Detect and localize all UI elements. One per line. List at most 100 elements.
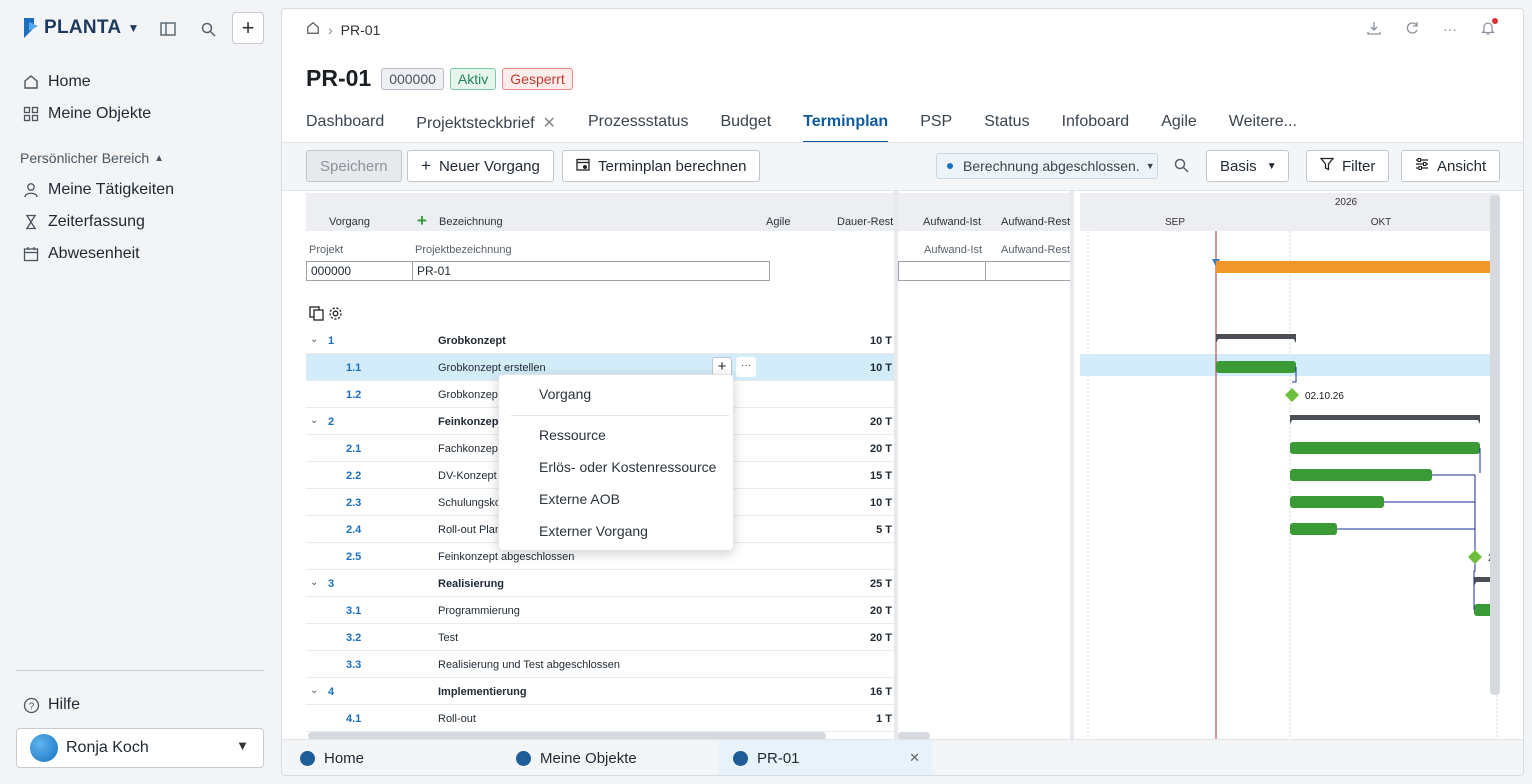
search-icon[interactable] [193,14,223,44]
schedule-grid: Vorgang + Bezeichnung Agile Dauer-Rest A… [306,191,1500,741]
tab-infoboard[interactable]: Infoboard [1062,113,1130,143]
column-splitter[interactable] [894,191,898,741]
table-row[interactable]: 3.2 Test 20 T [306,624,894,651]
collapse-chevron-icon[interactable]: ⌄ [310,334,318,345]
dependency-link [1432,474,1476,549]
create-button[interactable]: + [232,12,264,44]
filter-button[interactable]: Filter [1306,150,1390,182]
baseline-dropdown[interactable]: Basis ▼ [1206,150,1289,182]
view-button[interactable]: Ansicht [1401,150,1501,182]
nav-help[interactable]: ? Hilfe [22,693,80,717]
calc-status-dropdown[interactable]: Berechnung abgeschlossen. ▼ [936,153,1158,179]
menu-item-erloes-kostenressource[interactable]: Erlös- oder Kostenressource [539,459,716,475]
chevron-right-icon: › [328,21,333,38]
collapse-chevron-icon[interactable]: ⌄ [310,685,318,696]
task-number: 3.2 [346,632,362,644]
bottom-tab-my-objects[interactable]: Meine Objekte [516,740,637,775]
nav-time-tracking[interactable]: Zeiterfassung [22,210,145,234]
col-header-agile[interactable]: Agile [766,216,790,228]
personal-section-label: Persönlicher Bereich [20,150,150,166]
col-header-aufwand-ist[interactable]: Aufwand-Ist [923,216,981,228]
tab-more[interactable]: Weitere... [1229,113,1297,143]
task-duration: 1 T [876,713,892,725]
table-row[interactable]: ⌄ 4 Implementierung 16 T [306,678,894,705]
nav-my-activities[interactable]: Meine Tätigkeiten [22,178,174,202]
tab-bar: Dashboard Projektsteckbrief ✕ Prozessstat… [306,113,1329,143]
aufwand-rest-field[interactable] [985,261,1071,281]
brand-menu[interactable]: PLANTA ▼ [22,14,139,42]
nav-help-label: Hilfe [48,696,81,713]
task-duration: 10 T [869,497,892,509]
home-icon[interactable] [306,21,320,38]
menu-item-externer-vorgang[interactable]: Externer Vorgang [539,523,648,539]
tab-terminplan[interactable]: Terminplan [803,113,889,143]
gantt-chart: 2026SEPOKT02.10.2629.1 [1080,191,1500,741]
personal-section-toggle[interactable]: Persönlicher Bereich ▲ [20,150,164,166]
sidebar-toggle-icon[interactable] [153,14,183,44]
chevron-up-icon: ▲ [154,152,165,164]
col-header-dauer-rest[interactable]: Dauer-Rest [837,216,893,228]
menu-item-externe-aob[interactable]: Externe AOB [539,491,620,507]
search-icon[interactable] [1174,158,1189,178]
page-title: PR-01 [306,65,372,91]
tab-projektsteckbrief[interactable]: Projektsteckbrief ✕ [416,113,556,143]
add-column-icon[interactable]: + [417,211,427,231]
aufwand-ist-field[interactable] [898,261,986,281]
svg-text:?: ? [28,701,34,712]
calendar-refresh-icon [576,156,590,176]
sub-header-aufwand-ist: Aufwand-Ist [924,244,983,256]
close-icon[interactable]: ✕ [543,115,556,132]
bell-icon[interactable] [1480,18,1498,39]
calculate-schedule-button[interactable]: Terminplan berechnen [562,150,761,182]
tab-psp[interactable]: PSP [920,113,952,143]
gantt-splitter[interactable] [1070,191,1074,741]
table-row[interactable]: ⌄ 3 Realisierung 25 T [306,570,894,597]
collapse-chevron-icon[interactable]: ⌄ [310,415,318,426]
nav-absence[interactable]: Abwesenheit [22,242,140,266]
sub-header-projekt: Projekt [309,244,344,256]
milestone-date-label: 02.10.26 [1305,391,1344,402]
nav-my-objects[interactable]: Meine Objekte [22,102,151,126]
project-id-field[interactable]: 000000 [306,261,413,281]
copy-icon[interactable] [309,306,324,326]
refresh-icon[interactable] [1405,21,1419,39]
task-name: Roll-out [438,713,476,725]
table-row[interactable]: 3.3 Realisierung und Test abgeschlossen [306,651,894,678]
menu-item-ressource[interactable]: Ressource [539,427,606,443]
task-duration: 16 T [869,686,892,698]
new-task-button[interactable]: + Neuer Vorgang [407,150,554,182]
bottom-tab-pr01[interactable]: PR-01 ✕ [719,740,932,775]
menu-item-vorgang[interactable]: Vorgang [539,386,591,402]
save-button[interactable]: Speichern [306,150,402,182]
col-header-vorgang[interactable]: Vorgang [329,216,370,228]
collapse-chevron-icon[interactable]: ⌄ [310,577,318,588]
tab-prozessstatus[interactable]: Prozessstatus [588,113,688,143]
table-row[interactable]: ⌄ 1 Grobkonzept 10 T [306,327,894,354]
tab-dashboard[interactable]: Dashboard [306,113,384,143]
more-icon[interactable]: ··· [1443,21,1457,39]
task-bar-2-3 [1290,496,1384,508]
task-name: Feinkonzept [438,416,503,428]
tab-budget[interactable]: Budget [720,113,771,143]
col-header-bezeichnung[interactable]: Bezeichnung [439,216,503,228]
milestone-2-5 [1468,550,1482,564]
task-bar-1-1 [1216,361,1296,373]
vertical-scrollbar[interactable] [1490,195,1500,695]
sliders-icon [1415,156,1429,176]
close-icon[interactable]: ✕ [909,750,920,766]
table-row[interactable]: 3.1 Programmierung 20 T [306,597,894,624]
nav-home[interactable]: Home [22,70,91,94]
sub-header-projektbezeichnung: Projektbezeichnung [415,244,512,256]
download-icon[interactable] [1367,21,1381,39]
row-more-icon[interactable]: ··· [736,357,756,377]
milestone-1-2 [1285,388,1299,402]
user-menu[interactable]: Ronja Koch ▼ [16,728,264,768]
tab-agile[interactable]: Agile [1161,113,1197,143]
col-header-aufwand-rest[interactable]: Aufwand-Rest [1001,216,1070,228]
table-row[interactable]: 4.1 Roll-out 1 T [306,705,894,732]
gear-icon[interactable] [328,306,343,326]
gantt-header-band [1080,193,1500,231]
tab-status[interactable]: Status [984,113,1029,143]
project-name-field[interactable]: PR-01 [412,261,770,281]
bottom-tab-home[interactable]: Home [300,740,364,775]
